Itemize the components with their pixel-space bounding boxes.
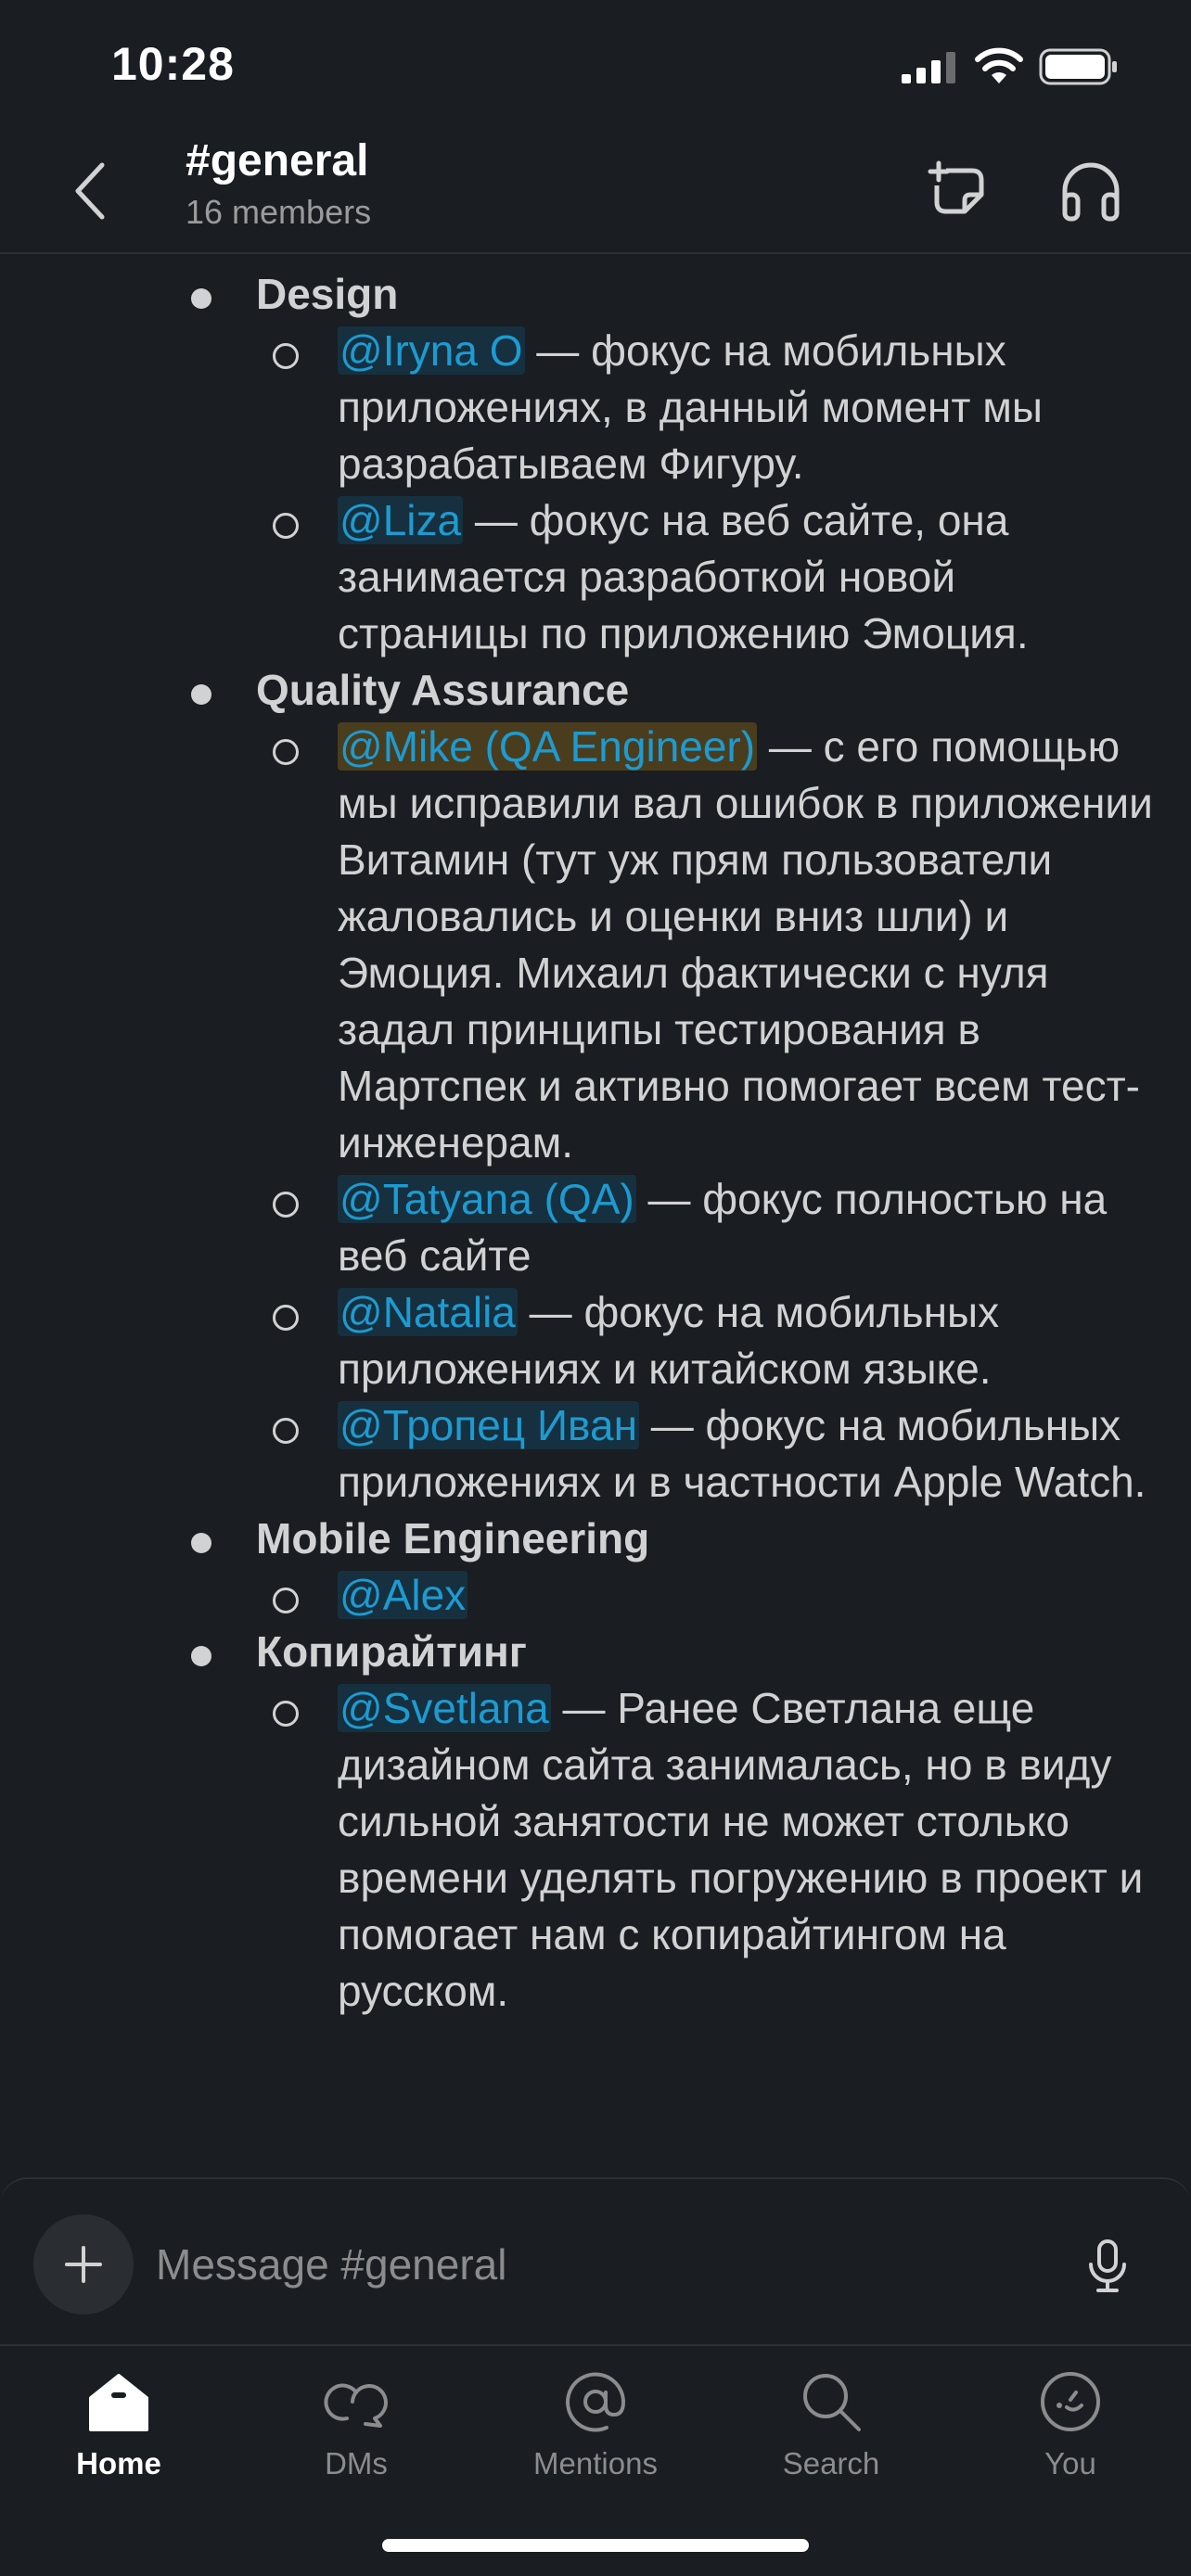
user-mention[interactable]: @Alex xyxy=(338,1571,468,1619)
team-list: Design @Iryna O — фокус на мобильных при… xyxy=(0,266,1191,2020)
tab-label: Search xyxy=(782,2446,880,2480)
tab-dms[interactable]: DMs xyxy=(254,2365,458,2504)
tab-label: DMs xyxy=(325,2446,388,2480)
user-mention[interactable]: @Iryna O xyxy=(338,326,525,375)
user-mention[interactable]: @Тропец Иван xyxy=(338,1401,639,1449)
status-bar: 10:28 xyxy=(0,0,1191,130)
user-mention[interactable]: @Liza xyxy=(338,496,464,544)
list-item: @Svetlana — Ранее Светлана еще дизайном … xyxy=(0,1680,1191,2020)
canvas-icon[interactable] xyxy=(928,158,992,223)
category-quality-assurance: Quality Assurance xyxy=(0,662,1191,719)
microphone-icon[interactable] xyxy=(1085,2238,1130,2294)
channel-header: #general 16 members xyxy=(0,130,1191,254)
message-content: момент. Design @Iryna O — фокус на мобил… xyxy=(0,256,1191,2168)
headphones-icon[interactable] xyxy=(1057,159,1124,223)
user-mention[interactable]: @Natalia xyxy=(338,1288,518,1336)
member-count[interactable]: 16 members xyxy=(186,193,371,232)
tab-label: You xyxy=(1044,2446,1096,2480)
list-item-text: — Ранее Светлана еще дизайном сайта зани… xyxy=(338,1684,1144,2015)
cellular-signal-icon xyxy=(902,52,955,83)
list-item: @Iryna O — фокус на мобильных приложения… xyxy=(0,323,1191,492)
self-mention[interactable]: @Mike (QA Engineer) xyxy=(338,722,758,771)
battery-icon xyxy=(1039,48,1117,85)
list-item: @Tatyana (QA) — фокус полностью на веб с… xyxy=(0,1171,1191,1284)
back-chevron-icon[interactable] xyxy=(65,154,115,228)
user-mention[interactable]: @Tatyana (QA) xyxy=(338,1175,636,1223)
home-indicator[interactable] xyxy=(382,2539,809,2552)
channel-name[interactable]: #general xyxy=(186,135,368,186)
list-item: @Тропец Иван — фокус на мобильных прилож… xyxy=(0,1397,1191,1511)
home-icon xyxy=(89,2374,148,2431)
direct-messages-icon xyxy=(324,2383,388,2428)
tab-you[interactable]: You xyxy=(968,2365,1172,2504)
search-icon xyxy=(803,2374,861,2431)
profile-status-icon xyxy=(1041,2372,1100,2431)
tab-label: Mentions xyxy=(533,2446,658,2480)
list-item-text: — с его помощью мы исправили вал ошибок … xyxy=(338,722,1153,1167)
at-sign-icon xyxy=(566,2372,626,2432)
tab-label: Home xyxy=(76,2446,161,2480)
message-input[interactable] xyxy=(156,2227,1046,2302)
tab-home[interactable]: Home xyxy=(17,2365,221,2504)
slack-channel-screen: 10:28 #general 16 members Design @Iryna … xyxy=(0,0,1191,2576)
plus-icon xyxy=(65,2246,102,2283)
list-item: @Alex xyxy=(0,1567,1191,1624)
list-item: @Liza — фокус на веб сайте, она занимает… xyxy=(0,492,1191,662)
user-mention[interactable]: @Svetlana xyxy=(338,1684,551,1732)
category-copywriting: Копирайтинг xyxy=(0,1624,1191,1680)
message-composer xyxy=(0,2177,1191,2344)
status-time: 10:28 xyxy=(111,38,235,90)
list-item: @Mike (QA Engineer) — с его помощью мы и… xyxy=(0,719,1191,1171)
message-text-fragment: момент. xyxy=(338,256,494,266)
category-design: Design xyxy=(0,266,1191,323)
tab-mentions[interactable]: Mentions xyxy=(493,2365,698,2504)
tab-search[interactable]: Search xyxy=(729,2365,933,2504)
list-item: @Natalia — фокус на мобильных приложения… xyxy=(0,1284,1191,1397)
wifi-icon xyxy=(975,47,1023,83)
add-attachment-button[interactable] xyxy=(33,2214,134,2315)
category-mobile-engineering: Mobile Engineering xyxy=(0,1511,1191,1567)
